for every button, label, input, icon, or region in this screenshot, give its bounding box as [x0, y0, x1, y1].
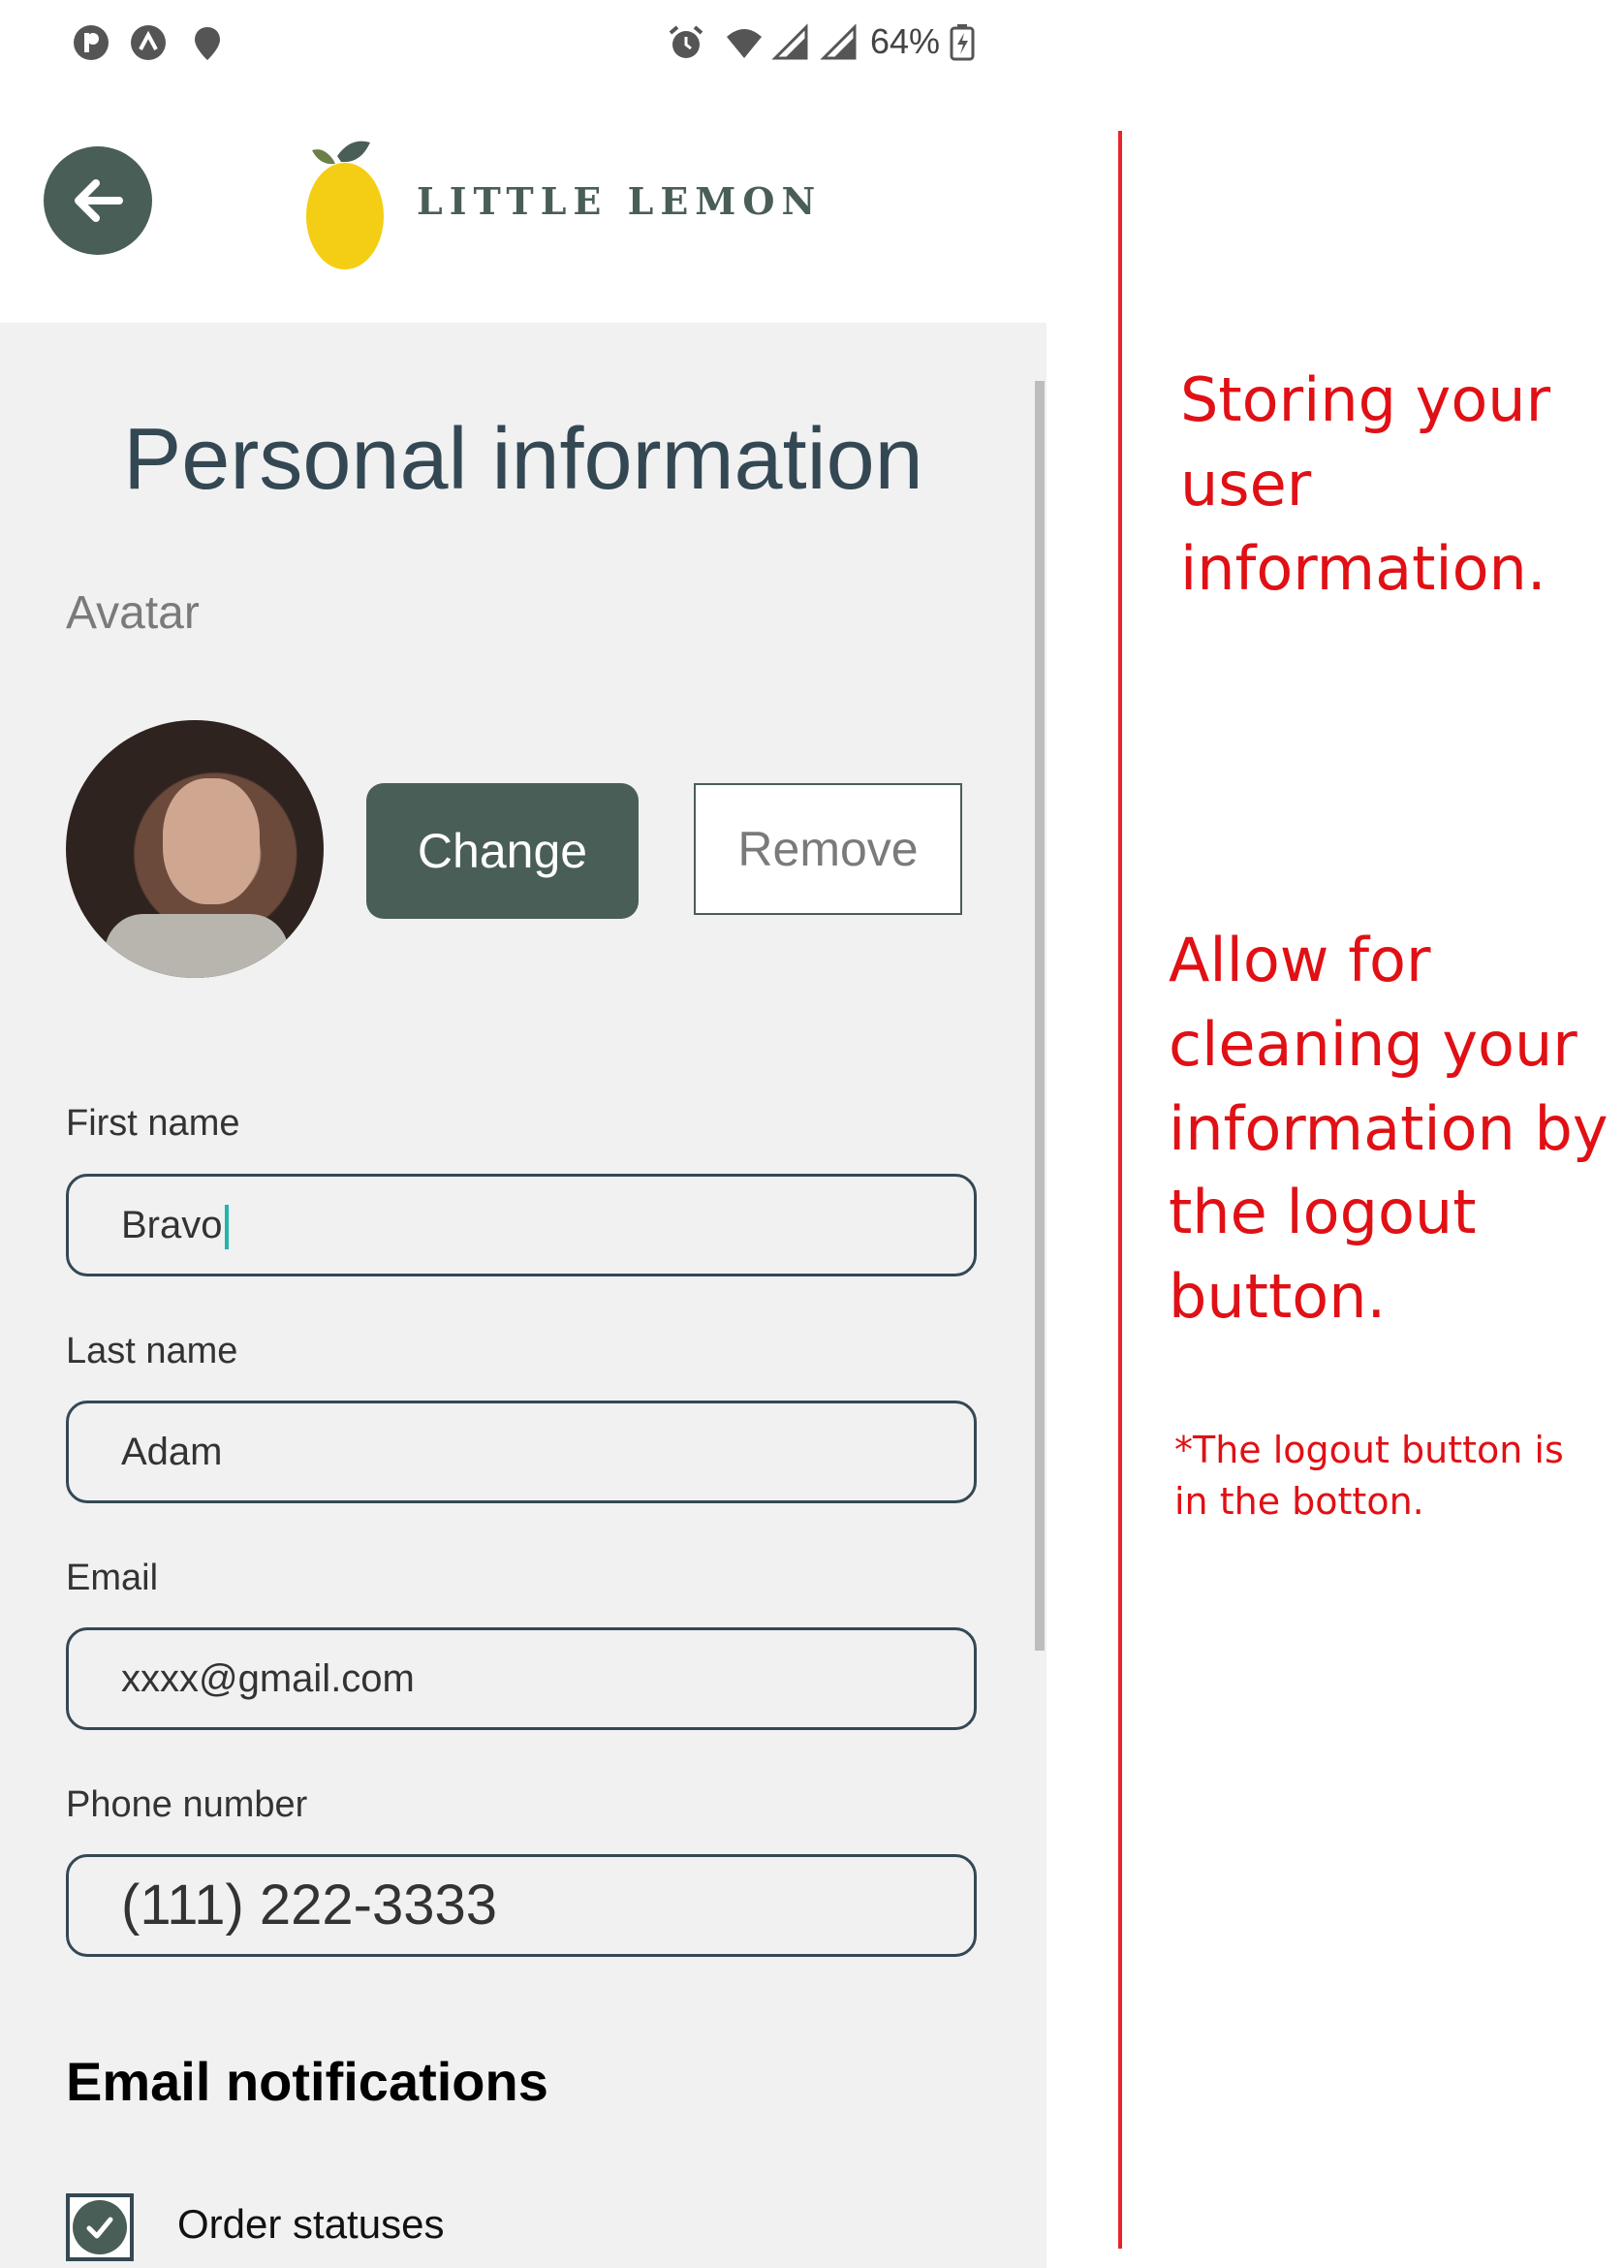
- avatar-face: [163, 778, 260, 904]
- alarm-icon: [669, 25, 703, 58]
- avatar-label: Avatar: [66, 587, 200, 639]
- battery-percentage: 64%: [870, 21, 941, 61]
- checkmark-icon: [86, 2217, 113, 2239]
- email-notifications-heading: Email notifications: [66, 2051, 548, 2112]
- order-statuses-checkbox[interactable]: [66, 2193, 134, 2261]
- arrow-left-icon: [75, 179, 123, 222]
- first-name-label: First name: [66, 1103, 240, 1144]
- phone-number-label: Phone number: [66, 1784, 308, 1825]
- lemon-logo-icon: [306, 141, 384, 269]
- first-name-field[interactable]: Bravo: [66, 1174, 977, 1276]
- last-name-value: Adam: [121, 1431, 223, 1473]
- last-name-label: Last name: [66, 1331, 238, 1371]
- annotation-divider: [1118, 131, 1122, 2249]
- checkbox-fill: [73, 2200, 127, 2254]
- annotation-cleaning: Allow for cleaning your information by t…: [1169, 925, 1608, 1333]
- annotation-storing: Storing your user information.: [1180, 364, 1551, 604]
- email-field[interactable]: xxxx@gmail.com: [66, 1627, 977, 1730]
- phone-number-value: (111) 222-3333: [121, 1874, 498, 1937]
- email-label: Email: [66, 1558, 159, 1598]
- signal-icon: [771, 23, 808, 60]
- annotation-logout-note: *The logout button is in the botton.: [1174, 1429, 1564, 1524]
- text-cursor: [224, 1205, 229, 1250]
- order-statuses-label: Order statuses: [177, 2201, 445, 2247]
- phone-number-field[interactable]: (111) 222-3333: [66, 1854, 977, 1957]
- battery-charging-icon: [950, 24, 975, 61]
- email-value: xxxx@gmail.com: [121, 1657, 415, 1700]
- back-button[interactable]: [44, 146, 152, 255]
- app-p-icon: [74, 25, 109, 60]
- location-icon: [195, 27, 220, 60]
- status-bar: 64%: [0, 0, 1046, 92]
- last-name-field[interactable]: Adam: [66, 1401, 977, 1503]
- first-name-value: Bravo: [121, 1177, 229, 1274]
- signal-icon: [820, 23, 857, 60]
- logo-text: LITTLE LEMON: [417, 179, 823, 223]
- avatar: [66, 720, 324, 978]
- profile-content: Personal information Avatar Change Remov…: [0, 323, 1046, 2268]
- remove-avatar-button[interactable]: Remove: [694, 783, 962, 915]
- scrollbar[interactable]: [1035, 381, 1045, 1651]
- wifi-icon: [727, 29, 762, 58]
- app-caret-icon: [131, 25, 166, 60]
- app-header: LITTLE LEMON: [0, 92, 1046, 323]
- avatar-shirt: [105, 914, 289, 978]
- change-avatar-button[interactable]: Change: [366, 783, 639, 919]
- phone-screen: 64% LITTLE LEMON Personal information Av…: [0, 0, 1046, 2268]
- page-title: Personal information: [123, 411, 923, 508]
